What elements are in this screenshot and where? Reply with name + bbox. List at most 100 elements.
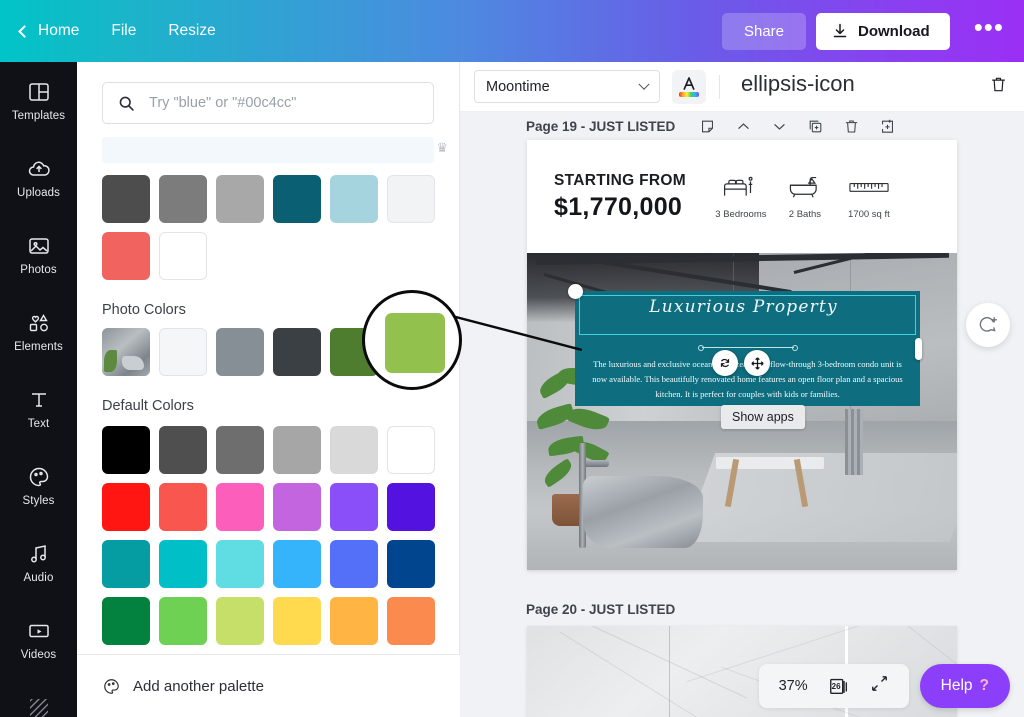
color-swatch[interactable] <box>330 426 378 474</box>
color-swatch[interactable] <box>216 426 264 474</box>
help-label: Help <box>940 677 973 694</box>
color-swatch[interactable] <box>216 175 264 223</box>
design-page-19[interactable]: STARTING FROM $1,770,000 3 Bedrooms 2 Ba… <box>527 140 957 570</box>
search-input[interactable] <box>149 95 418 111</box>
share-button[interactable]: Share <box>721 12 807 50</box>
add-palette-button[interactable]: Add another palette <box>77 654 460 717</box>
sidebar-item-audio[interactable]: Audio <box>0 524 77 601</box>
color-swatch[interactable] <box>102 597 150 645</box>
color-swatch[interactable] <box>387 426 435 474</box>
rotate-handle[interactable] <box>712 350 738 376</box>
page-header: Page 19 - JUST LISTED <box>460 112 1024 140</box>
sidebar-label-videos: Videos <box>20 648 57 661</box>
color-swatch[interactable] <box>216 597 264 645</box>
toolbar-more-button[interactable]: ellipsis-icon <box>733 72 863 99</box>
chevron-down-icon <box>638 78 650 90</box>
selection-handle-right[interactable] <box>915 338 922 360</box>
annotation-leader-line <box>452 314 582 352</box>
styles-icon <box>29 467 48 486</box>
move-handle[interactable] <box>744 350 770 376</box>
magnified-color <box>385 313 445 373</box>
default-colors-title: Default Colors <box>102 398 194 414</box>
color-bar <box>679 91 699 97</box>
download-button[interactable]: Download <box>816 12 950 50</box>
color-swatch[interactable] <box>273 175 321 223</box>
uploads-icon <box>28 161 50 176</box>
color-swatch[interactable] <box>273 483 321 531</box>
search-box[interactable] <box>102 82 434 124</box>
sidebar-item-background[interactable]: Background <box>0 678 77 717</box>
document-palette-header: ♛ <box>102 137 448 163</box>
color-swatch[interactable] <box>159 175 207 223</box>
chevron-down-icon <box>774 123 786 130</box>
color-swatch[interactable] <box>102 232 150 280</box>
text-icon <box>31 392 46 407</box>
top-more-button[interactable]: ••• <box>960 14 1018 47</box>
color-swatch[interactable] <box>387 597 435 645</box>
move-page-up-button[interactable] <box>735 118 752 135</box>
selection-handle-top-left[interactable] <box>568 284 583 299</box>
color-swatch[interactable] <box>216 483 264 531</box>
color-swatch[interactable] <box>330 483 378 531</box>
sidebar-item-elements[interactable]: Elements <box>0 293 77 370</box>
color-swatch[interactable] <box>159 426 207 474</box>
color-swatch[interactable] <box>387 175 435 223</box>
color-swatch[interactable] <box>102 483 150 531</box>
file-menu[interactable]: File <box>111 22 136 40</box>
color-swatch[interactable] <box>273 540 321 588</box>
color-swatch[interactable] <box>273 426 321 474</box>
color-swatch[interactable] <box>102 175 150 223</box>
color-swatch[interactable] <box>159 328 207 376</box>
page-title-20: Page 20 - JUST LISTED <box>526 602 676 617</box>
sidebar-label-templates: Templates <box>11 109 66 122</box>
color-swatch[interactable] <box>159 597 207 645</box>
color-swatch[interactable] <box>387 540 435 588</box>
text-overlay-element[interactable]: Luxurious Property The luxurious and exc… <box>575 291 920 406</box>
text-color-button[interactable] <box>672 69 706 104</box>
color-swatch[interactable] <box>216 540 264 588</box>
zoom-level[interactable]: 37% <box>779 678 808 694</box>
sidebar-item-styles[interactable]: Styles <box>0 447 77 524</box>
sidebar-item-videos[interactable]: Videos <box>0 601 77 678</box>
delete-page-button[interactable] <box>843 118 860 135</box>
color-swatch[interactable] <box>159 540 207 588</box>
page-manager-button[interactable]: 26 <box>828 675 850 697</box>
color-swatch[interactable] <box>159 483 207 531</box>
color-swatch[interactable] <box>216 328 264 376</box>
color-swatch[interactable] <box>102 540 150 588</box>
add-comment-icon <box>979 316 997 332</box>
color-swatch[interactable] <box>273 597 321 645</box>
audio-icon <box>30 544 46 562</box>
radiator <box>845 408 864 475</box>
duplicate-icon <box>809 120 822 132</box>
sidebar-item-photos[interactable]: Photos <box>0 216 77 293</box>
add-note-button[interactable] <box>699 118 716 135</box>
delete-element-button[interactable] <box>989 75 1010 99</box>
templates-icon <box>28 82 49 101</box>
color-swatch[interactable] <box>330 540 378 588</box>
color-swatch[interactable] <box>159 232 207 280</box>
add-page-button[interactable] <box>879 118 896 135</box>
chevron-left-icon <box>18 24 31 38</box>
add-comment-button[interactable] <box>966 303 1010 347</box>
color-swatch[interactable] <box>387 483 435 531</box>
color-swatch[interactable] <box>102 426 150 474</box>
resize-menu[interactable]: Resize <box>168 22 215 40</box>
design-photo[interactable]: Luxurious Property The luxurious and exc… <box>527 253 957 570</box>
sidebar-item-text[interactable]: Text <box>0 370 77 447</box>
color-swatch[interactable] <box>330 597 378 645</box>
help-button[interactable]: Help ? <box>919 664 1010 708</box>
color-swatch[interactable] <box>330 175 378 223</box>
sidebar-item-uploads[interactable]: Uploads <box>0 139 77 216</box>
element-cursor-controls <box>712 350 770 376</box>
font-selector[interactable]: Moontime <box>474 70 660 103</box>
photo-thumbnail[interactable] <box>102 328 150 376</box>
sidebar-item-templates[interactable]: Templates <box>0 62 77 139</box>
duplicate-page-button[interactable] <box>807 118 824 135</box>
move-page-down-button[interactable] <box>771 118 788 135</box>
sidebar-label-photos: Photos <box>20 263 57 276</box>
home-button[interactable]: Home <box>18 22 79 40</box>
fullscreen-button[interactable] <box>870 674 889 698</box>
color-swatch[interactable] <box>273 328 321 376</box>
text-color-icon <box>683 76 695 90</box>
